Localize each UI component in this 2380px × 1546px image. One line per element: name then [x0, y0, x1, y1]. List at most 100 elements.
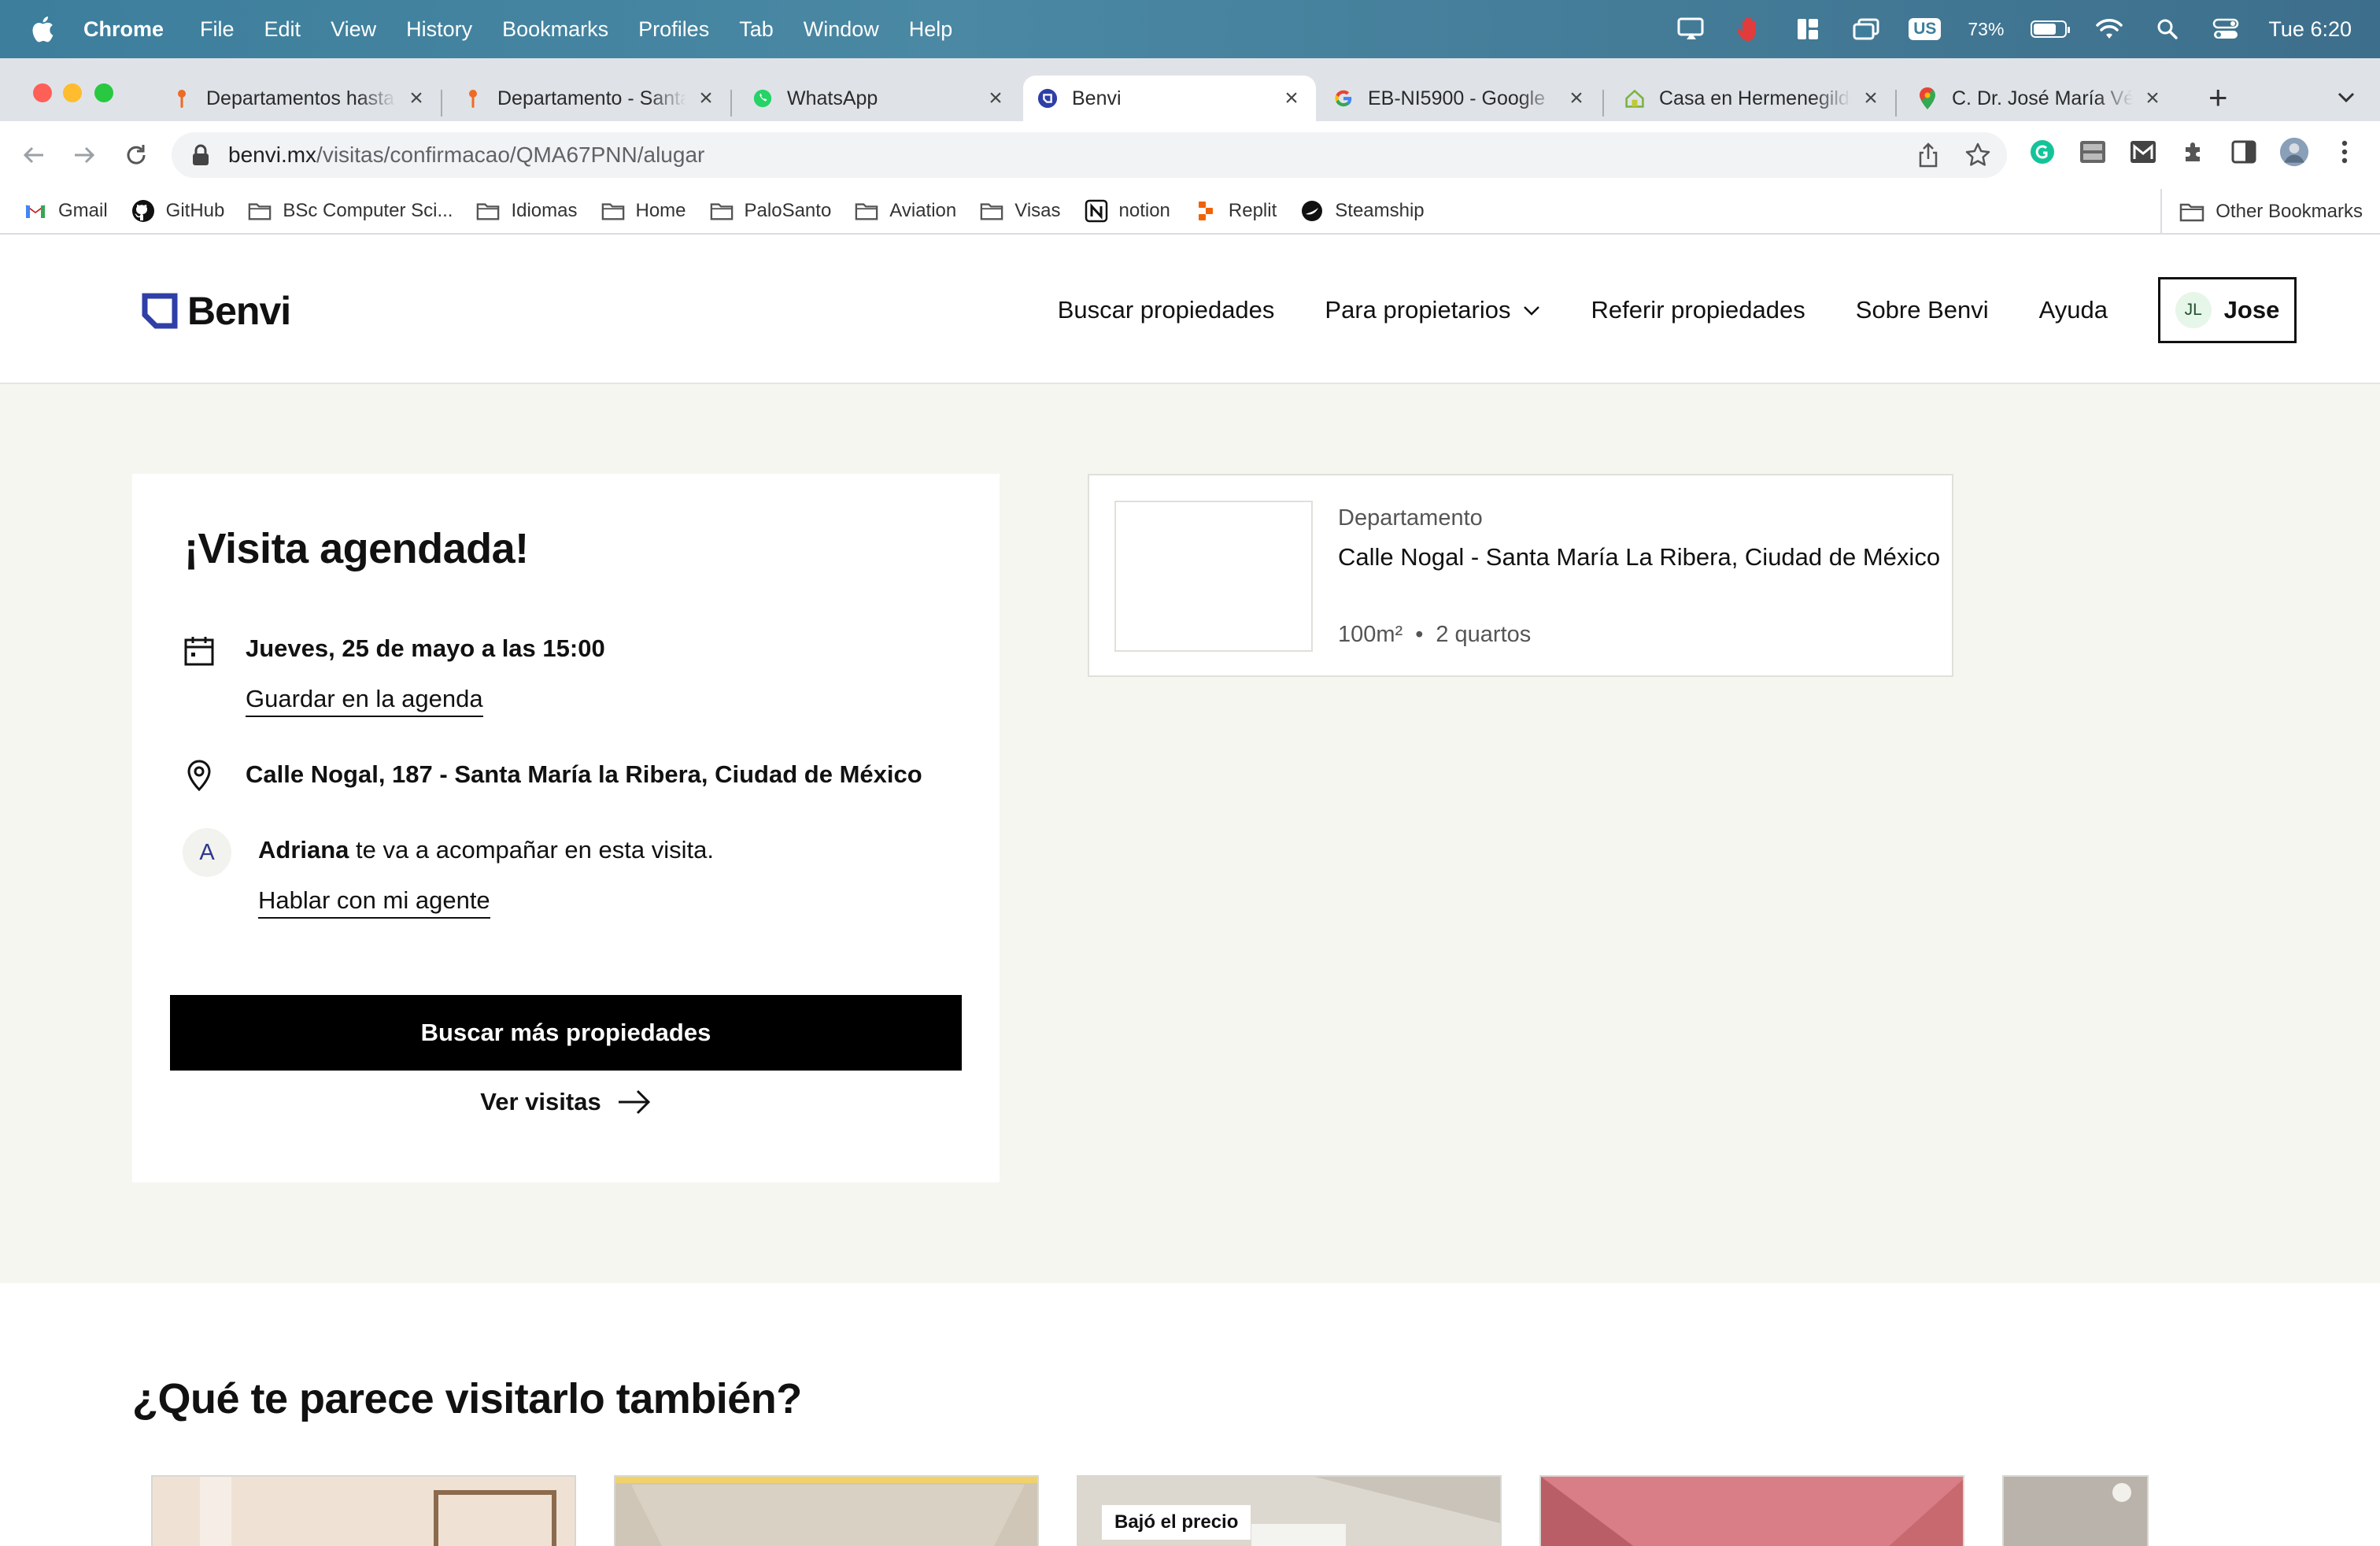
close-tab-icon[interactable]: ×	[985, 85, 1006, 112]
lock-icon[interactable]	[190, 143, 211, 167]
close-tab-icon[interactable]: ×	[406, 85, 427, 112]
recommendation-card[interactable]: Bajó el precio	[1077, 1475, 1502, 1546]
talk-to-agent-link[interactable]: Hablar con mi agente	[258, 886, 490, 919]
recommendation-card[interactable]	[614, 1475, 1039, 1546]
bookmark-star-icon[interactable]	[1964, 142, 1991, 168]
address-bar[interactable]: benvi.mx/visitas/confirmacao/QMA67PNN/al…	[172, 132, 2007, 178]
wifi-icon[interactable]	[2094, 17, 2125, 42]
recommendation-card[interactable]	[2002, 1475, 2149, 1546]
reload-icon[interactable]	[120, 139, 153, 172]
menu-help[interactable]: Help	[909, 17, 953, 42]
maps-icon	[1917, 87, 1938, 109]
page-title: ¡Visita agendada!	[184, 525, 529, 572]
forward-arrow-icon[interactable]	[68, 139, 101, 172]
grammarly-icon[interactable]	[2027, 137, 2057, 167]
nav-ayuda[interactable]: Ayuda	[2039, 296, 2108, 324]
folder-icon	[855, 200, 878, 222]
side-panel-icon[interactable]	[2229, 137, 2259, 167]
menu-history[interactable]: History	[406, 17, 472, 42]
bookmark-steamship[interactable]: Steamship	[1300, 200, 1425, 222]
battery-icon[interactable]	[2031, 20, 2071, 38]
omnibox-actions	[1916, 142, 1991, 168]
house-icon	[1624, 88, 1645, 109]
window-tiling-icon[interactable]	[1792, 17, 1824, 42]
menu-app-name[interactable]: Chrome	[83, 17, 164, 42]
screen-mirroring-icon[interactable]	[1676, 17, 1707, 42]
menu-clock[interactable]: Tue 6:20	[2268, 17, 2352, 42]
bookmark-folder-home[interactable]: Home	[601, 200, 686, 222]
bookmark-github[interactable]: GitHub	[131, 200, 224, 222]
tab-google-maps[interactable]: C. Dr. José María Vér ×	[1903, 76, 2177, 121]
screen-capture-extension-icon[interactable]	[2078, 137, 2108, 167]
new-tab-icon[interactable]: +	[2208, 81, 2228, 114]
menu-view[interactable]: View	[331, 17, 376, 42]
bookmark-replit[interactable]: Replit	[1194, 200, 1277, 222]
fullscreen-window-button[interactable]	[94, 83, 113, 102]
tab-google[interactable]: EB-NI5900 - Google ×	[1319, 76, 1601, 121]
menu-bookmarks[interactable]: Bookmarks	[502, 17, 608, 42]
user-menu-button[interactable]: JL Jose	[2158, 277, 2297, 343]
replit-icon	[1194, 200, 1218, 222]
bookmark-label: BSc Computer Sci...	[283, 200, 453, 221]
menu-window[interactable]: Window	[804, 17, 879, 42]
bookmark-folder-aviation[interactable]: Aviation	[855, 200, 956, 222]
bookmark-folder-bsc[interactable]: BSc Computer Sci...	[248, 200, 453, 222]
close-tab-icon[interactable]: ×	[1566, 85, 1587, 112]
tab-divider	[1602, 90, 1604, 117]
other-bookmarks[interactable]: Other Bookmarks	[2160, 189, 2363, 235]
logo-text: Benvi	[187, 289, 291, 333]
minimize-window-button[interactable]	[63, 83, 82, 102]
kebab-menu-icon[interactable]	[2330, 137, 2360, 167]
tab-departamento-santa[interactable]: Departamento - Santa ×	[449, 76, 730, 121]
folder-icon	[710, 200, 734, 222]
folder-icon	[476, 200, 500, 222]
nav-para-propietarios[interactable]: Para propietarios	[1325, 296, 1540, 324]
tab-search-chevron-icon[interactable]	[2334, 85, 2358, 109]
nav-sobre-benvi[interactable]: Sobre Benvi	[1856, 296, 1989, 324]
property-meta: 100m² • 2 quartos	[1338, 622, 1531, 648]
tab-benvi[interactable]: Benvi ×	[1023, 76, 1316, 121]
bookmark-notion[interactable]: notion	[1085, 199, 1170, 223]
close-tab-icon[interactable]: ×	[1281, 85, 1302, 112]
folder-icon	[248, 200, 272, 222]
menu-profiles[interactable]: Profiles	[638, 17, 709, 42]
save-to-calendar-link[interactable]: Guardar en la agenda	[246, 685, 483, 717]
stage-manager-icon[interactable]	[1850, 17, 1882, 42]
recommendations-title: ¿Qué te parece visitarlo también?	[132, 1375, 802, 1422]
menu-edit[interactable]: Edit	[264, 17, 301, 42]
gmail-extension-icon[interactable]	[2128, 137, 2158, 167]
close-tab-icon[interactable]: ×	[696, 85, 716, 112]
control-center-icon[interactable]	[2210, 17, 2241, 42]
apple-menu-icon[interactable]	[28, 13, 60, 45]
menu-file[interactable]: File	[200, 17, 235, 42]
nav-referir-propiedades[interactable]: Referir propiedades	[1591, 296, 1805, 324]
google-icon	[1333, 88, 1354, 109]
github-icon	[131, 200, 155, 222]
tab-casa-hermenegildo[interactable]: Casa en Hermenegildo ×	[1610, 76, 1895, 121]
menu-tab[interactable]: Tab	[739, 17, 774, 42]
tab-departamentos-hasta[interactable]: Departamentos hasta ×	[157, 76, 441, 121]
recommendation-card[interactable]	[1539, 1475, 1964, 1546]
view-visits-link[interactable]: Ver visitas	[132, 1088, 1000, 1116]
nav-para-propietarios-label: Para propietarios	[1325, 296, 1511, 324]
bookmark-folder-visas[interactable]: Visas	[980, 200, 1061, 222]
extensions-puzzle-icon[interactable]	[2179, 137, 2208, 167]
bookmark-folder-idiomas[interactable]: Idiomas	[476, 200, 578, 222]
close-tab-icon[interactable]: ×	[2142, 85, 2163, 112]
nav-buscar-propiedades[interactable]: Buscar propiedades	[1058, 296, 1275, 324]
tab-whatsapp[interactable]: WhatsApp ×	[738, 76, 1020, 121]
profile-avatar[interactable]	[2279, 137, 2309, 167]
bookmark-folder-palosanto[interactable]: PaloSanto	[710, 200, 831, 222]
search-more-properties-button[interactable]: Buscar más propiedades	[170, 995, 962, 1071]
bookmark-gmail[interactable]: Gmail	[24, 200, 108, 222]
input-source-badge[interactable]: US	[1909, 18, 1942, 40]
spotlight-search-icon[interactable]	[2152, 17, 2183, 42]
recommendation-card[interactable]	[151, 1475, 576, 1546]
benvi-logo[interactable]: Benvi	[140, 288, 291, 334]
close-tab-icon[interactable]: ×	[1861, 85, 1881, 112]
hand-icon[interactable]	[1734, 17, 1765, 42]
property-summary-card[interactable]: Departamento Calle Nogal - Santa María L…	[1088, 474, 1953, 677]
share-icon[interactable]	[1916, 142, 1941, 168]
close-window-button[interactable]	[33, 83, 52, 102]
back-arrow-icon[interactable]	[17, 139, 50, 172]
